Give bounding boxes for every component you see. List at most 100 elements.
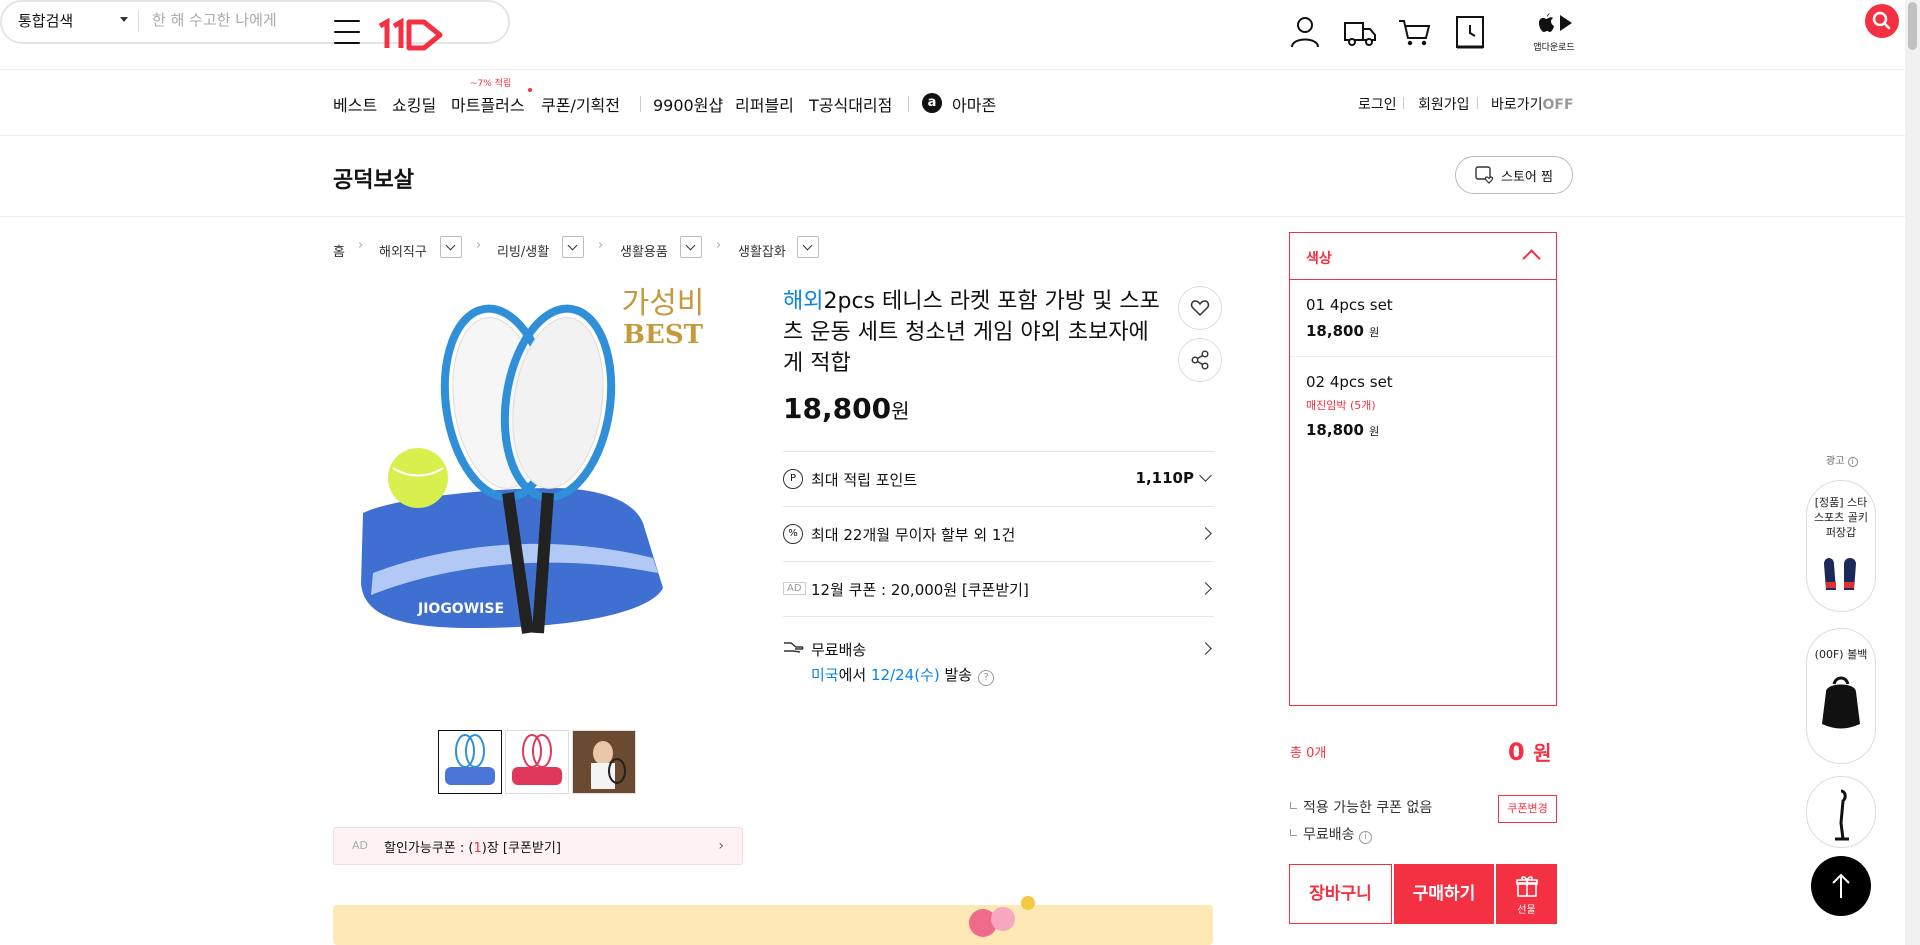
wishlist-button[interactable] [1178, 286, 1222, 330]
chevron-right-icon: › [718, 838, 724, 854]
ship-origin: 미국 [811, 666, 839, 684]
nav-divider [640, 96, 641, 112]
heart-icon [1190, 300, 1210, 317]
gift-button[interactable]: 선물 [1496, 864, 1557, 924]
option-header[interactable]: 색상 [1290, 233, 1556, 280]
option-item[interactable]: 01 4pcs set 18,800 원 [1290, 280, 1556, 357]
total-amount: 0 원 [1508, 737, 1551, 766]
product-price: 18,800원 [783, 392, 909, 425]
total-count: 총 0개 [1290, 746, 1327, 761]
breadcrumb-dropdown[interactable] [797, 236, 819, 258]
bag-brand: JIOGOWISE [417, 601, 504, 617]
signup-link[interactable]: 회원가입 [1418, 94, 1470, 114]
nav-best[interactable]: 베스트 [333, 92, 377, 116]
side-ad-card[interactable]: (00F) 볼백 [1806, 628, 1876, 764]
installment-text: 최대 22개월 무이자 할부 외 1건 [811, 526, 1016, 544]
nav-shocking-deal[interactable]: 쇼킹딜 [392, 92, 436, 116]
option-name: 02 4pcs set [1306, 373, 1393, 391]
breadcrumb-dropdown[interactable] [440, 236, 462, 258]
stand-image [1835, 789, 1849, 841]
option-price-unit: 원 [1369, 425, 1380, 438]
total-amount-unit: 원 [1533, 741, 1552, 765]
shortcut-toggle[interactable]: 바로가기OFF [1491, 94, 1574, 114]
scrollbar[interactable] [1905, 0, 1920, 945]
search-button[interactable] [1865, 4, 1899, 38]
side-ad-card[interactable] [1806, 776, 1876, 848]
info-icon[interactable]: i [1358, 831, 1372, 844]
breadcrumb-item[interactable]: 생활잡화 [738, 241, 786, 260]
shipping-row[interactable]: 무료배송 미국에서 12/24(수) 발송? [783, 616, 1214, 698]
goalkeeper-glove-image [1824, 558, 1856, 590]
ship-mid: 에서 [838, 666, 871, 684]
nav-divider [1403, 97, 1404, 109]
store-name[interactable]: 공덕보살 [333, 162, 414, 194]
breadcrumb-item[interactable]: 리빙/생활 [497, 241, 549, 260]
coupon-line-text: 12월 쿠폰 : 20,000원 [쿠폰받기] [811, 581, 1029, 599]
option-item[interactable]: 02 4pcs set 매진임박 (5개) 18,800 원 [1290, 357, 1556, 455]
user-icon[interactable] [1287, 14, 1323, 50]
coupon-change-button[interactable]: 쿠폰변경 [1498, 795, 1557, 823]
points-row[interactable]: P 최대 적립 포인트 1,110P [783, 451, 1214, 506]
search-scope-label: 통합검색 [18, 12, 74, 30]
product-thumbnail[interactable] [572, 730, 636, 794]
gift-icon [1515, 876, 1538, 897]
breadcrumb-dropdown[interactable] [680, 236, 702, 258]
mart-plus-badge: ~7% 적립 [470, 79, 512, 89]
store-heart-icon [1475, 166, 1494, 184]
coupon-status: 적용 가능한 쿠폰 없음 [1290, 797, 1432, 817]
store-fav-button[interactable]: 스토어 찜 [1455, 156, 1573, 194]
free-shipping-note: 무료배송 i [1290, 824, 1372, 844]
app-store-icon [1539, 13, 1572, 32]
nav-divider [1477, 97, 1478, 109]
percent-icon: % [783, 524, 803, 544]
total-amount-value: 0 [1508, 738, 1525, 766]
divider [138, 10, 139, 32]
coupon-row[interactable]: AD 12월 쿠폰 : 20,000원 [쿠폰받기] [783, 561, 1214, 616]
breadcrumb-dropdown[interactable] [562, 236, 584, 258]
nav-t-agency[interactable]: T공식대리점 [809, 92, 892, 116]
product-main-image[interactable]: 가성비 BEST JIOGOWISE [333, 283, 743, 683]
side-ad-label: 광고 i [1826, 452, 1858, 467]
search-scope-select[interactable]: 통합검색 [18, 10, 128, 31]
search-input[interactable] [152, 6, 442, 34]
side-ad-title: [정품] 스타스포츠 골키퍼장갑 [1813, 496, 1869, 539]
promo-banner[interactable] [333, 896, 1213, 945]
nav-9900[interactable]: 9900원샵 [653, 92, 723, 116]
breadcrumb-item[interactable]: 해외직구 [379, 241, 427, 260]
chevron-right-icon: › [716, 238, 722, 253]
product-thumbnail[interactable] [505, 730, 569, 794]
scrollbar-thumb[interactable] [1908, 2, 1917, 50]
installment-row[interactable]: % 최대 22개월 무이자 할부 외 1건 [783, 506, 1214, 561]
scroll-to-top-button[interactable] [1811, 856, 1871, 916]
breadcrumb-item[interactable]: 생활용품 [620, 241, 668, 260]
buy-now-button[interactable]: 구매하기 [1394, 864, 1494, 924]
points-label: 최대 적립 포인트 [811, 471, 918, 489]
nav-amazon[interactable]: 아마존 [952, 92, 996, 116]
cart-icon[interactable] [1397, 14, 1433, 50]
delivery-truck-icon[interactable] [1342, 14, 1378, 50]
option-price-value: 18,800 [1306, 322, 1364, 340]
nav-mart-plus[interactable]: 마트플러스 [451, 92, 525, 116]
nav-divider [908, 96, 909, 112]
breadcrumb-home[interactable]: 홈 [333, 241, 345, 260]
coupon-ad-count: 1 [473, 841, 482, 856]
nav-coupon[interactable]: 쿠폰/기획전 [541, 92, 620, 116]
app-download-link[interactable]: 앱다운로드 [1530, 12, 1578, 53]
login-link[interactable]: 로그인 [1358, 94, 1397, 114]
coupon-ad-bar[interactable]: AD 할인가능쿠폰 : (1)장 [쿠폰받기] › [333, 827, 743, 865]
recent-view-icon[interactable] [1452, 14, 1488, 50]
option-price-unit: 원 [1369, 326, 1380, 339]
gift-label: 선물 [1517, 905, 1536, 916]
option-price: 18,800 원 [1306, 322, 1540, 340]
chevron-right-icon [1199, 582, 1212, 595]
side-ad-card[interactable]: [정품] 스타스포츠 골키퍼장갑 [1806, 480, 1876, 612]
product-thumbnail[interactable] [438, 730, 502, 794]
points-value: 1,110P [1135, 469, 1194, 487]
chevron-right-icon: › [476, 238, 482, 253]
coupon-ad-text: 할인가능쿠폰 : (1)장 [쿠폰받기] [384, 837, 561, 856]
info-icon[interactable]: i [1847, 457, 1858, 467]
help-icon[interactable]: ? [978, 670, 995, 686]
add-to-cart-button[interactable]: 장바구니 [1289, 864, 1392, 924]
nav-refurbished[interactable]: 리퍼블리 [735, 92, 794, 116]
share-button[interactable] [1178, 338, 1222, 382]
